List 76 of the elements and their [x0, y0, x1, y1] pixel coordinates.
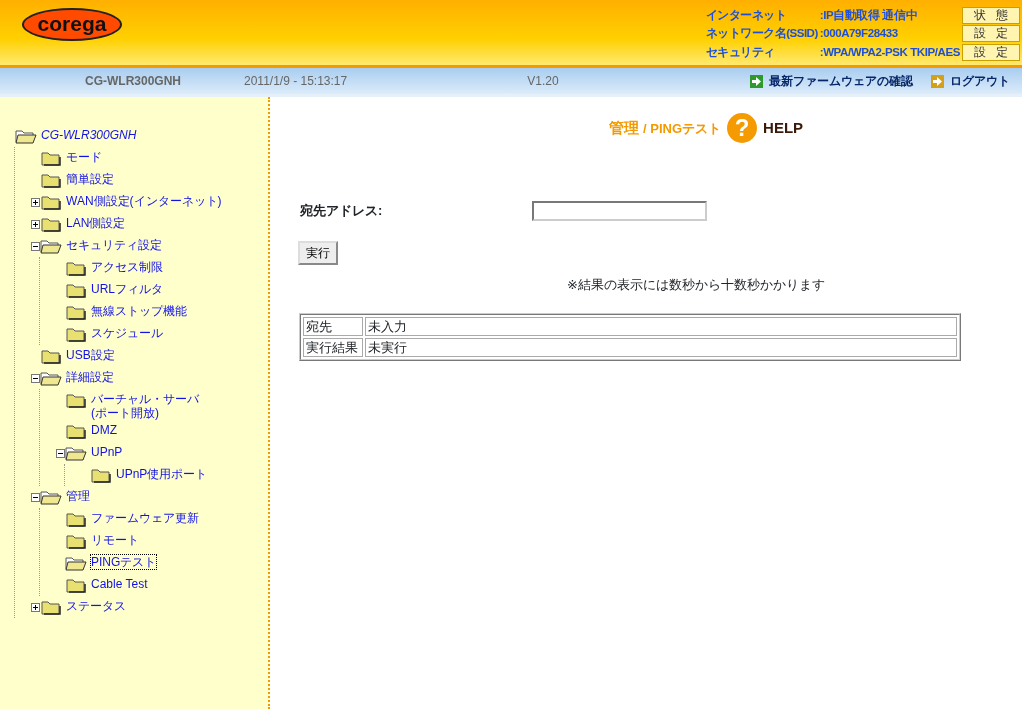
tree-item[interactable]: ファームウェア更新	[91, 511, 199, 525]
folder-icon	[65, 423, 87, 439]
collapse-icon[interactable]	[31, 493, 40, 502]
nav-link[interactable]: 最新ファームウェアの確認	[750, 72, 913, 90]
tree-item[interactable]: PINGテスト	[91, 555, 157, 569]
tree-item[interactable]: ステータス	[66, 599, 126, 613]
folder-icon	[40, 216, 62, 232]
tree-item[interactable]: 管理	[66, 489, 90, 503]
status-button[interactable]: 状態	[962, 7, 1020, 25]
open-folder-icon	[15, 128, 37, 144]
table-cell: 未実行	[365, 337, 957, 357]
tree-item[interactable]: リモート	[91, 533, 139, 547]
tree-item[interactable]: 詳細設定	[66, 370, 114, 384]
tree-item[interactable]: UPnP	[91, 445, 123, 459]
field-label: 宛先アドレス:	[300, 202, 384, 221]
date-time: 2011/1/9 - 15:13:17	[244, 73, 348, 90]
expand-icon[interactable]	[31, 603, 40, 612]
status-label: ネットワーク名(SSID)	[705, 26, 819, 42]
status-value: :000A79F28433	[819, 26, 899, 42]
tree-item[interactable]: DMZ	[91, 423, 117, 437]
note-text: ※結果の表示には数秒から十数秒かかります	[567, 277, 825, 292]
tree-item[interactable]: USB設定	[66, 348, 115, 362]
folder-icon	[40, 194, 62, 210]
tree-item[interactable]: LAN側設定	[66, 216, 126, 230]
folder-icon	[65, 577, 87, 593]
tree-item[interactable]: スケジュール	[91, 326, 163, 340]
folder-icon	[40, 599, 62, 615]
collapse-icon[interactable]	[31, 242, 40, 251]
tree-item[interactable]: アクセス制限	[91, 260, 163, 274]
expand-icon[interactable]	[31, 220, 40, 229]
expand-icon[interactable]	[31, 198, 40, 207]
tree-item[interactable]: 簡単設定	[66, 172, 114, 186]
status-label: インターネット	[705, 8, 788, 23]
tree-item[interactable]: モード	[66, 150, 102, 164]
collapse-icon[interactable]	[31, 374, 40, 383]
collapse-icon[interactable]	[56, 449, 65, 458]
table-cell: 宛先	[303, 316, 363, 336]
folder-icon	[65, 260, 87, 276]
open-folder-icon	[40, 238, 62, 254]
status-value: :IP自動取得 通信中	[819, 8, 919, 23]
tree-item[interactable]: WAN側設定(インターネット)	[66, 194, 222, 208]
page-title: 管理 / PINGテスト	[608, 117, 722, 138]
folder-icon	[65, 282, 87, 298]
folder-icon	[90, 467, 112, 483]
nav-link[interactable]: ログアウト	[931, 72, 1010, 90]
folder-icon	[65, 392, 87, 408]
open-folder-icon	[40, 489, 62, 505]
tree-item[interactable]: セキュリティ設定	[66, 238, 162, 252]
folder-icon	[65, 304, 87, 320]
help-link[interactable]: HELP	[763, 116, 804, 140]
folder-icon	[40, 348, 62, 364]
address-field[interactable]	[532, 201, 707, 221]
tree-item[interactable]: 無線ストップ機能	[91, 304, 187, 318]
tree-item[interactable]: CG-WLR300GNH	[41, 128, 137, 142]
status-label: セキュリティ	[705, 44, 776, 60]
open-folder-icon	[65, 555, 87, 571]
firmware-version: V1.20	[527, 73, 559, 90]
open-folder-icon	[65, 445, 87, 461]
tree-item[interactable]: Cable Test	[91, 577, 148, 591]
table-cell: 実行結果	[303, 337, 363, 357]
open-folder-icon	[40, 370, 62, 386]
tree-item[interactable]: バーチャル・サーバ (ポート開放)	[91, 392, 199, 420]
status-button[interactable]: 設定	[962, 25, 1020, 43]
folder-icon	[40, 172, 62, 188]
tree-item[interactable]: URLフィルタ	[91, 282, 163, 296]
model-name: CG-WLR300GNH	[85, 73, 181, 90]
logo: corega	[22, 8, 122, 41]
status-button[interactable]: 設定	[962, 43, 1020, 61]
run-button[interactable]: 実行	[298, 241, 338, 265]
folder-icon	[65, 326, 87, 342]
folder-icon	[65, 511, 87, 527]
tree-item[interactable]: UPnP使用ポート	[116, 467, 208, 481]
folder-icon	[65, 533, 87, 549]
folder-icon	[40, 150, 62, 166]
table-cell: 未入力	[365, 316, 957, 336]
status-value: :WPA/WPA2-PSK TKIP/AES	[819, 44, 961, 60]
